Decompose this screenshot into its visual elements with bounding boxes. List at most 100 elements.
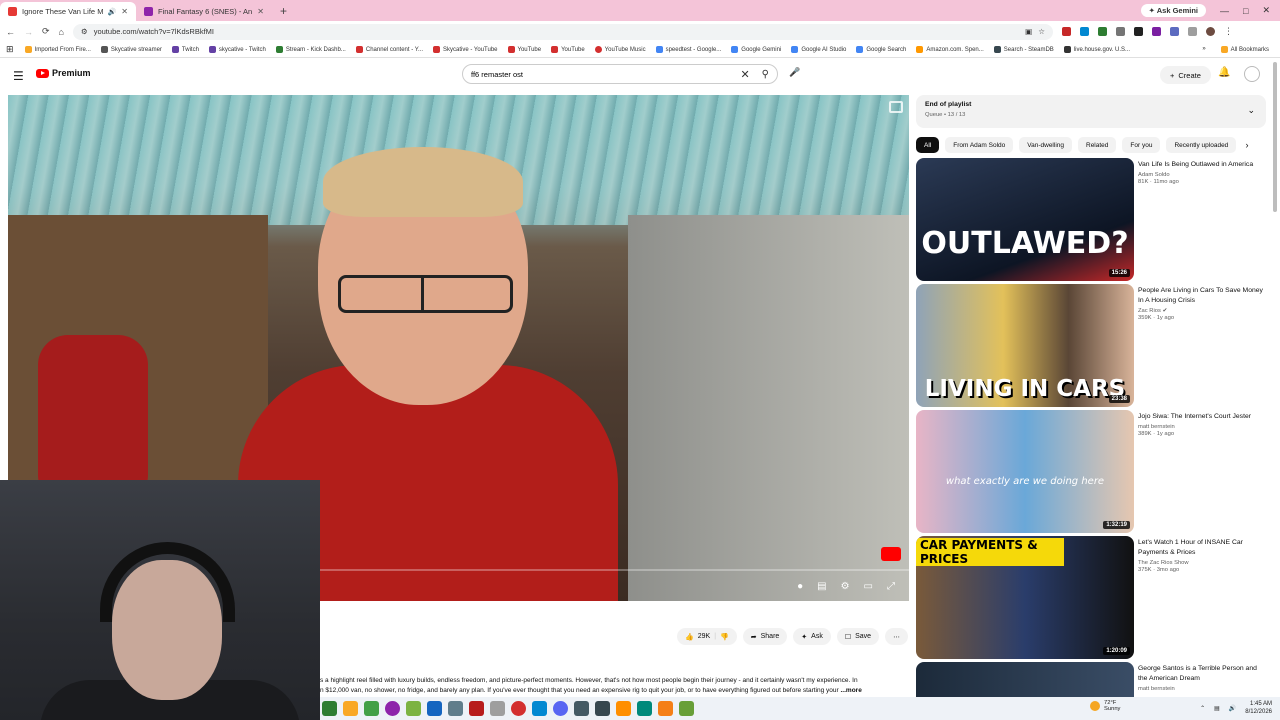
video-thumbnail[interactable]: what exactly are we doing here 1:32:19 [916, 410, 1134, 533]
bookmark-item[interactable]: Stream - Kick Dashb... [271, 46, 351, 53]
bookmark-item[interactable]: Search - SteamDB [989, 46, 1059, 53]
app-icon[interactable] [469, 701, 484, 716]
install-icon[interactable]: ▣ [1025, 27, 1032, 36]
video-thumbnail[interactable]: LIVING IN CARS 23:38 [916, 284, 1134, 407]
channel-name[interactable]: Zac Rios [1138, 308, 1161, 314]
settings-gear-icon[interactable]: ⚙ [841, 581, 850, 592]
steam-icon[interactable] [427, 701, 442, 716]
chip-related[interactable]: Related [1078, 137, 1117, 153]
extension-icon[interactable] [1151, 27, 1161, 36]
video-title[interactable]: Let's Watch 1 Hour of INSANE Car Payment… [1138, 538, 1266, 558]
video-title[interactable]: George Santos is a Terrible Person and t… [1138, 664, 1266, 684]
recommended-video[interactable]: CAR PAYMENTS & PRICES 1:20:09 Let's Watc… [916, 536, 1266, 659]
extension-icon[interactable] [1133, 27, 1143, 36]
video-thumbnail[interactable]: CAR PAYMENTS & PRICES 1:20:09 [916, 536, 1134, 659]
back-icon[interactable]: ← [6, 27, 15, 37]
ask-gemini-button[interactable]: ✦ Ask Gemini [1140, 4, 1207, 17]
app-icon[interactable] [637, 701, 652, 716]
profile-avatar-icon[interactable] [1205, 27, 1215, 36]
network-icon[interactable]: ▤ [1214, 705, 1220, 712]
bookmark-star-icon[interactable]: ☆ [1038, 27, 1045, 36]
bookmark-item[interactable]: Google Gemini [726, 46, 786, 53]
extension-icon[interactable] [1115, 27, 1125, 36]
video-title[interactable]: Jojo Siwa: The Internet's Court Jester [1138, 412, 1266, 422]
close-window-icon[interactable]: ✕ [1262, 5, 1270, 16]
chip-recently-uploaded[interactable]: Recently uploaded [1166, 137, 1237, 153]
bookmark-item[interactable]: YouTube [503, 46, 547, 53]
browser-tab[interactable]: Final Fantasy 6 (SNES) - Angry V ✕ [136, 2, 272, 21]
bookmark-item[interactable]: Twitch [167, 46, 204, 53]
close-tab-icon[interactable]: ✕ [257, 7, 264, 16]
channel-name[interactable]: Adam Soldo [1138, 172, 1266, 178]
chip-for-you[interactable]: For you [1122, 137, 1161, 153]
app-icon[interactable] [343, 701, 358, 716]
video-title[interactable]: Van Life Is Being Outlawed in America [1138, 160, 1266, 170]
chevron-right-icon[interactable]: › [1238, 137, 1256, 153]
extension-icon[interactable] [1097, 27, 1107, 36]
app-icon[interactable] [595, 701, 610, 716]
app-icon[interactable] [406, 701, 421, 716]
bookmark-item[interactable]: live.house.gov. U.S... [1059, 46, 1135, 53]
apps-grid-icon[interactable]: ⊞ [6, 44, 14, 55]
new-tab-button[interactable]: + [272, 4, 295, 21]
chevron-up-icon[interactable]: ⌃ [1200, 705, 1205, 712]
bookmark-item[interactable]: skycative - Twitch [204, 46, 271, 53]
recommended-video[interactable]: LIVING IN CARS 23:38 People Are Living i… [916, 284, 1266, 407]
youtube-watermark-icon[interactable] [881, 547, 901, 561]
menu-kebab-icon[interactable]: ⋮ [1224, 26, 1233, 37]
share-button[interactable]: ➦ Share [742, 628, 788, 645]
clear-search-icon[interactable]: ✕ [740, 68, 749, 81]
recommended-video[interactable]: OUTLAWED? 15:26 Van Life Is Being Outlaw… [916, 158, 1266, 281]
minimize-icon[interactable]: — [1220, 6, 1229, 16]
video-thumbnail[interactable]: OUTLAWED? 15:26 [916, 158, 1134, 281]
app-icon[interactable] [490, 701, 505, 716]
create-button[interactable]: + Create [1160, 66, 1211, 84]
channel-name[interactable]: The Zac Rios Show [1138, 560, 1266, 566]
more-actions-button[interactable]: ⋯ [885, 628, 909, 645]
forward-icon[interactable]: → [24, 27, 33, 37]
bookmark-item[interactable]: Amazon.com. Spen... [911, 46, 988, 53]
clock[interactable]: 1:45 AM 8/12/2026 [1245, 700, 1272, 716]
puzzle-icon[interactable] [1169, 27, 1179, 36]
home-icon[interactable]: ⌂ [59, 27, 64, 37]
all-bookmarks-button[interactable]: All Bookmarks [1216, 46, 1274, 53]
chip-from-channel[interactable]: From Adam Soldo [945, 137, 1014, 153]
vlc-icon[interactable] [616, 701, 631, 716]
video-title[interactable]: People Are Living in Cars To Save Money … [1138, 286, 1266, 306]
microphone-icon[interactable]: 🎤 [786, 67, 804, 83]
maximize-icon[interactable]: □ [1243, 6, 1248, 16]
search-icon[interactable]: ⚲ [762, 69, 769, 80]
download-icon[interactable] [1187, 27, 1197, 36]
volume-icon[interactable]: 🔊 [1229, 705, 1236, 712]
extension-icon[interactable] [1079, 27, 1089, 36]
recommended-video[interactable]: what exactly are we doing here 1:32:19 J… [916, 410, 1266, 533]
autoplay-toggle-icon[interactable]: ● [797, 581, 803, 592]
hamburger-menu-icon[interactable]: ☰ [13, 69, 24, 83]
fullscreen-icon[interactable]: ⤢ [887, 581, 895, 592]
search-input[interactable] [471, 69, 741, 79]
bookmark-item[interactable]: Skycative streamer [96, 46, 167, 53]
notes-icon[interactable] [364, 701, 379, 716]
chevron-down-icon[interactable]: ⌄ [1247, 105, 1255, 116]
chrome-icon[interactable] [511, 701, 526, 716]
captions-icon[interactable]: ▤ [817, 581, 826, 592]
url-omnibox[interactable]: ⚙ youtube.com/watch?v=7lKdsRBkfMI ▣ ☆ [72, 23, 1053, 40]
bookmark-item[interactable]: Google AI Studio [786, 46, 851, 53]
chip-all[interactable]: All [916, 137, 940, 153]
channel-name[interactable]: matt bernstein [1138, 686, 1266, 692]
channel-name[interactable]: matt bernstein [1138, 424, 1266, 430]
video-description[interactable]: s a highlight reel filled with luxury bu… [320, 676, 908, 696]
theater-mode-icon[interactable]: ▭ [864, 581, 873, 592]
extension-icon[interactable] [1061, 27, 1071, 36]
save-button[interactable]: ☐ Save [836, 628, 880, 645]
page-scrollbar[interactable] [1273, 62, 1277, 212]
bookmark-item[interactable]: Channel content - Y... [351, 46, 428, 53]
playlist-queue-panel[interactable]: End of playlist Queue • 13 / 13 ⌄ [916, 95, 1266, 128]
ask-button[interactable]: ✦ Ask [793, 628, 831, 645]
xbox-icon[interactable] [322, 701, 337, 716]
account-avatar[interactable] [1244, 66, 1260, 82]
discord-icon[interactable] [553, 701, 568, 716]
like-button[interactable]: 👍 29K | 👎 [677, 628, 737, 645]
show-more-link[interactable]: ...more [841, 687, 862, 694]
bookmark-item[interactable]: YouTube [546, 46, 590, 53]
